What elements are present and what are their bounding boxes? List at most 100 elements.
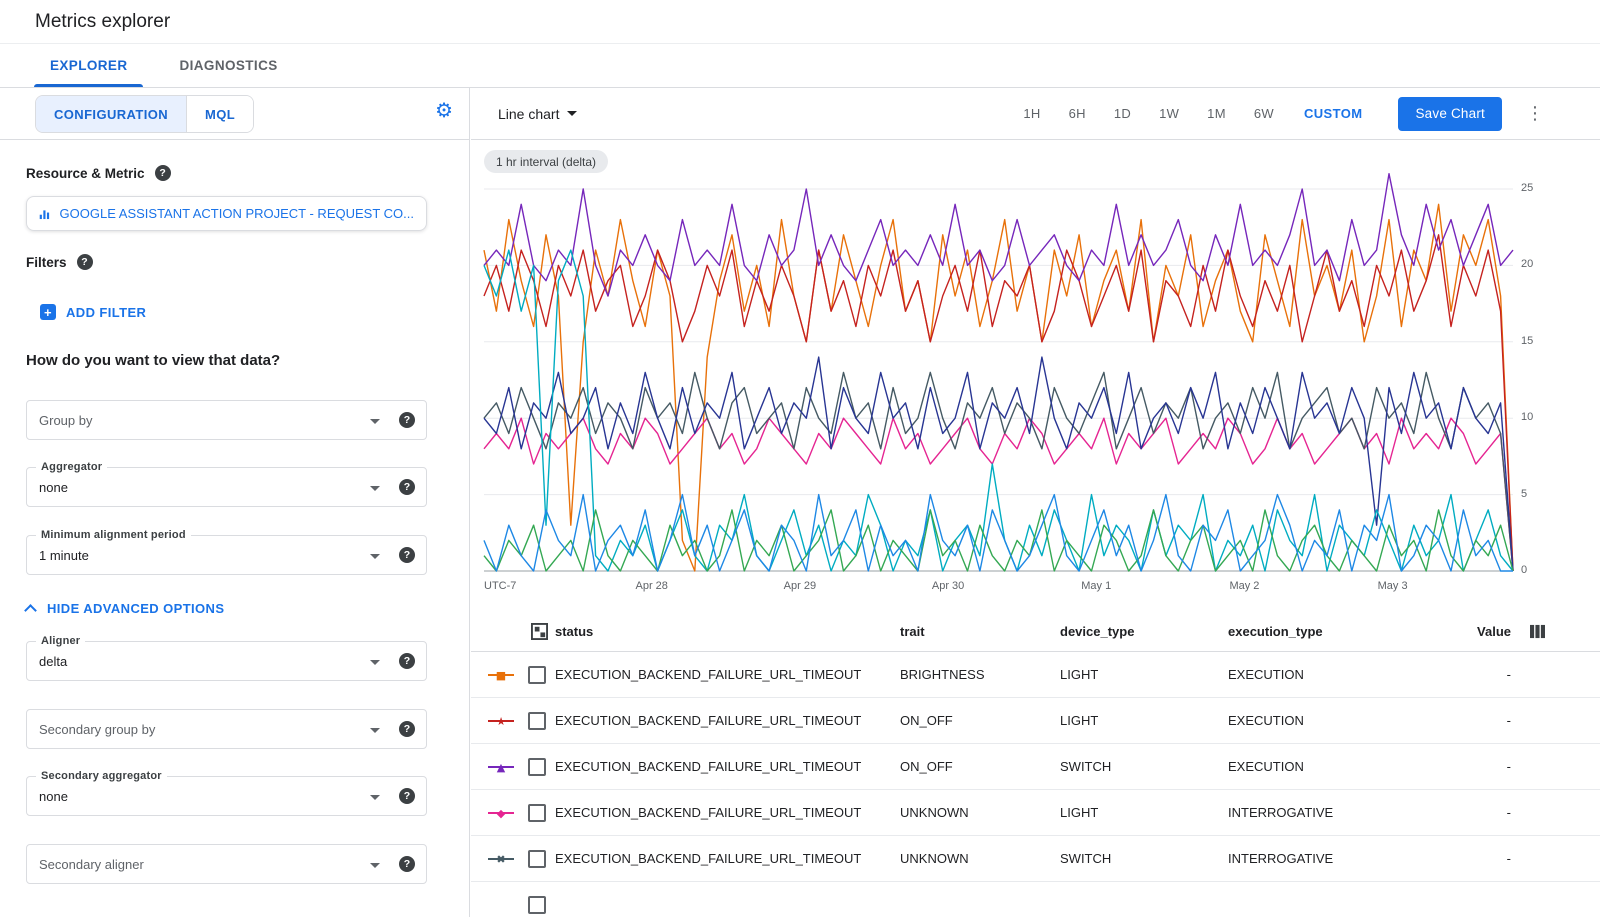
row-checkbox[interactable] xyxy=(528,712,546,730)
page-title: Metrics explorer xyxy=(0,0,1600,33)
row-checkbox[interactable] xyxy=(528,896,546,914)
min-alignment-label: Minimum alignment period xyxy=(36,529,191,541)
column-header-execution-type[interactable]: execution_type xyxy=(1228,612,1323,651)
time-range-custom[interactable]: CUSTOM xyxy=(1304,106,1363,121)
columns-glyph xyxy=(1529,624,1546,639)
group-by-dropdown[interactable]: Group by ? xyxy=(26,400,427,440)
save-chart-button[interactable]: Save Chart xyxy=(1398,97,1502,131)
series-legend-icon: ■ xyxy=(488,668,514,682)
column-header-status[interactable]: status xyxy=(555,612,593,651)
column-header-value[interactable]: Value xyxy=(1477,612,1511,651)
trait-cell: ON_OFF xyxy=(900,698,953,743)
add-filter-button[interactable]: + ADD FILTER xyxy=(40,304,146,320)
help-icon[interactable]: ? xyxy=(399,856,415,872)
series-legend-icon: ✖ xyxy=(488,852,514,866)
configuration-tab[interactable]: CONFIGURATION xyxy=(36,96,186,132)
min-alignment-value: 1 minute xyxy=(39,548,89,563)
execution-type-cell: EXECUTION xyxy=(1228,744,1304,789)
help-icon[interactable]: ? xyxy=(399,788,415,804)
resource-metric-heading: Resource & Metric ? xyxy=(26,165,171,181)
aggregator-dropdown[interactable]: Aggregator none ? xyxy=(26,467,427,507)
time-range-6h[interactable]: 6H xyxy=(1069,106,1086,121)
table-row[interactable]: ◆EXECUTION_BACKEND_FAILURE_URL_TIMEOUTUN… xyxy=(471,790,1600,836)
hide-advanced-options-label: HIDE ADVANCED OPTIONS xyxy=(47,601,224,616)
chart-toolbar: Line chart 1H 6H 1D 1W 1M 6W CUSTOM Save Char… xyxy=(471,88,1600,140)
tab-diagnostics[interactable]: DIAGNOSTICS xyxy=(153,44,303,87)
table-row[interactable]: ▲EXECUTION_BACKEND_FAILURE_URL_TIMEOUTON… xyxy=(471,744,1600,790)
value-cell: - xyxy=(1507,744,1511,789)
filters-heading: Filters ? xyxy=(26,254,93,270)
time-range-6w[interactable]: 6W xyxy=(1254,106,1274,121)
secondary-aggregator-value: none xyxy=(39,789,68,804)
add-box-icon: + xyxy=(40,304,56,320)
row-checkbox[interactable] xyxy=(528,666,546,684)
configuration-panel: CONFIGURATION MQL ⚙ Resource & Metric ? … xyxy=(0,88,470,917)
time-range-1m[interactable]: 1M xyxy=(1207,106,1226,121)
settings-gear-icon[interactable]: ⚙ xyxy=(435,100,453,120)
help-icon[interactable]: ? xyxy=(399,412,415,428)
secondary-group-by-dropdown[interactable]: Secondary group by ? xyxy=(26,709,427,749)
column-header-trait[interactable]: trait xyxy=(900,612,925,651)
time-range-1w[interactable]: 1W xyxy=(1159,106,1179,121)
chart-panel: Line chart 1H 6H 1D 1W 1M 6W CUSTOM Save Char… xyxy=(471,88,1600,917)
more-options-icon[interactable]: ⋮ xyxy=(1526,103,1544,124)
mql-tab[interactable]: MQL xyxy=(186,96,253,132)
help-icon[interactable]: ? xyxy=(77,254,93,270)
chart-type-dropdown[interactable]: Line chart xyxy=(498,106,577,122)
tab-diagnostics-label: DIAGNOSTICS xyxy=(179,58,277,73)
device-type-cell: SWITCH xyxy=(1060,744,1111,789)
select-all-icon[interactable] xyxy=(531,612,548,651)
secondary-aggregator-dropdown[interactable]: Secondary aggregator none ? xyxy=(26,776,427,816)
tab-explorer[interactable]: EXPLORER xyxy=(24,44,153,87)
metric-chip[interactable]: GOOGLE ASSISTANT ACTION PROJECT - REQUES… xyxy=(26,196,427,231)
y-axis-tick: 25 xyxy=(1521,182,1555,194)
help-icon[interactable]: ? xyxy=(155,165,171,181)
table-row[interactable]: ✖EXECUTION_BACKEND_FAILURE_URL_TIMEOUTUN… xyxy=(471,836,1600,882)
x-axis-tick: May 2 xyxy=(1229,580,1259,592)
x-axis-tick: Apr 29 xyxy=(784,580,816,592)
metric-chip-label: GOOGLE ASSISTANT ACTION PROJECT - REQUES… xyxy=(60,206,414,221)
help-icon[interactable]: ? xyxy=(399,721,415,737)
x-axis-tick: Apr 28 xyxy=(636,580,668,592)
value-cell: - xyxy=(1507,698,1511,743)
trait-cell: UNKNOWN xyxy=(900,790,969,835)
min-alignment-dropdown[interactable]: Minimum alignment period 1 minute ? xyxy=(26,535,427,575)
series-legend-icon: ★ xyxy=(488,714,514,728)
help-icon[interactable]: ? xyxy=(399,653,415,669)
aligner-dropdown[interactable]: Aligner delta ? xyxy=(26,641,427,681)
y-axis-tick: 20 xyxy=(1521,258,1555,270)
help-icon[interactable]: ? xyxy=(399,547,415,563)
row-checkbox[interactable] xyxy=(528,758,546,776)
aligner-value: delta xyxy=(39,654,67,669)
chevron-down-icon xyxy=(370,660,380,665)
secondary-aligner-dropdown[interactable]: Secondary aligner ? xyxy=(26,844,427,884)
help-icon[interactable]: ? xyxy=(399,479,415,495)
chevron-down-icon xyxy=(370,486,380,491)
interval-chip[interactable]: 1 hr interval (delta) xyxy=(484,150,608,173)
execution-type-cell: INTERROGATIVE xyxy=(1228,836,1333,881)
time-range-1d[interactable]: 1D xyxy=(1114,106,1131,121)
column-picker-icon[interactable] xyxy=(1529,612,1546,651)
chevron-down-icon xyxy=(370,795,380,800)
row-checkbox[interactable] xyxy=(528,804,546,822)
add-filter-label: ADD FILTER xyxy=(66,305,146,320)
bar-chart-icon xyxy=(39,206,51,222)
table-row[interactable]: ■EXECUTION_BACKEND_FAILURE_URL_TIMEOUTBR… xyxy=(471,652,1600,698)
secondary-aligner-placeholder: Secondary aligner xyxy=(39,857,144,872)
view-data-question: How do you want to view that data? xyxy=(26,352,280,369)
group-by-placeholder: Group by xyxy=(39,413,92,428)
line-chart[interactable] xyxy=(484,184,1513,576)
time-range-1h[interactable]: 1H xyxy=(1023,106,1040,121)
table-body: ■EXECUTION_BACKEND_FAILURE_URL_TIMEOUTBR… xyxy=(471,652,1600,917)
hide-advanced-options-link[interactable]: HIDE ADVANCED OPTIONS xyxy=(26,601,224,616)
tab-explorer-label: EXPLORER xyxy=(50,58,127,73)
row-checkbox[interactable] xyxy=(528,850,546,868)
table-row[interactable]: ★EXECUTION_BACKEND_FAILURE_URL_TIMEOUTON… xyxy=(471,698,1600,744)
select-all-glyph xyxy=(531,623,548,640)
config-toolbar: CONFIGURATION MQL ⚙ xyxy=(0,88,469,140)
table-header: status trait device_type execution_type … xyxy=(471,612,1600,652)
column-header-device-type[interactable]: device_type xyxy=(1060,612,1134,651)
secondary-aggregator-label: Secondary aggregator xyxy=(36,770,167,782)
table-row[interactable] xyxy=(471,882,1600,917)
secondary-group-by-placeholder: Secondary group by xyxy=(39,722,155,737)
